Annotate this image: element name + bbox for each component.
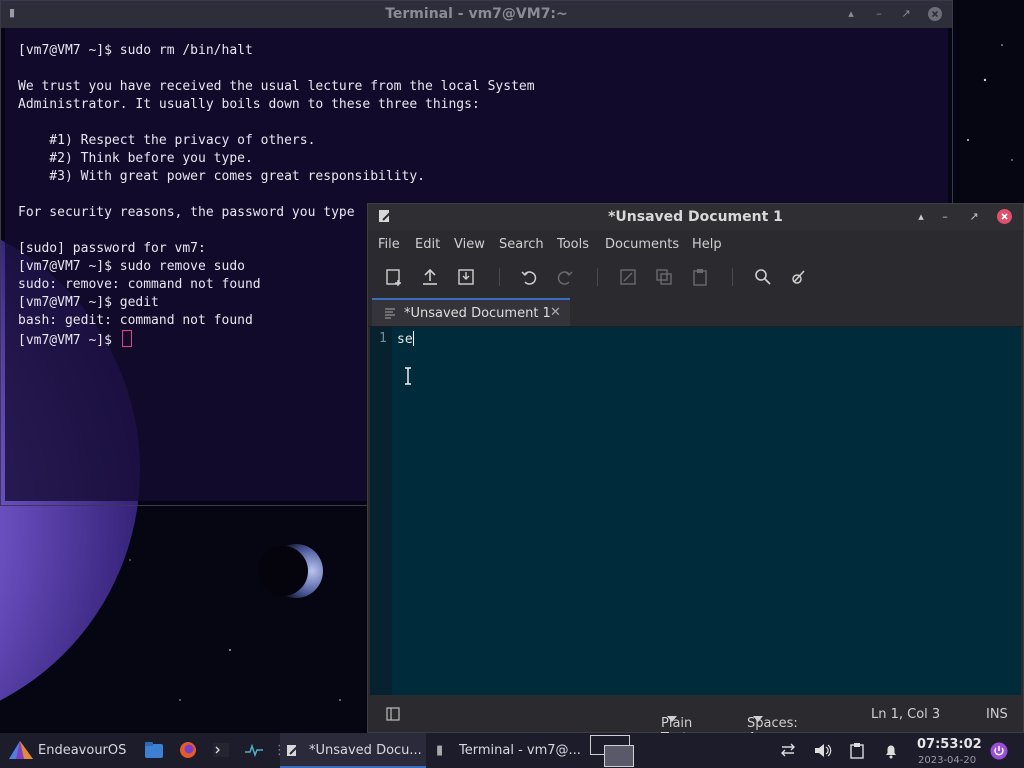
terminal-launcher-icon[interactable] <box>213 743 229 757</box>
terminal-line: We trust you have received the usual lec… <box>18 79 535 94</box>
terminal-icon: ▮ <box>436 743 444 758</box>
terminal-line: For security reasons, the password you t… <box>18 205 355 220</box>
cursor-position: Ln 1, Col 3 <box>871 707 941 722</box>
menu-file[interactable]: File <box>378 237 400 252</box>
terminal-line: #3) With great power comes great respons… <box>18 169 425 184</box>
close-icon[interactable] <box>927 7 943 23</box>
chevron-down-icon <box>753 716 763 722</box>
menu-help[interactable]: Help <box>692 237 722 252</box>
notification-bell-icon[interactable] <box>884 744 898 759</box>
close-icon[interactable] <box>996 209 1012 225</box>
taskbar: EndeavourOS ⋮ *Unsaved Docu... ▮ Termina… <box>0 733 1024 768</box>
copy-icon[interactable] <box>653 266 675 288</box>
cut-icon[interactable] <box>617 266 639 288</box>
mouse-ibeam-cursor-icon <box>405 367 411 385</box>
tab-label: *Unsaved Document 1 <box>404 306 551 321</box>
menu-edit[interactable]: Edit <box>415 237 440 252</box>
task-label: Terminal - vm7@... <box>459 743 581 758</box>
insert-mode: INS <box>986 707 1008 722</box>
terminal-line: bash: gedit: command not found <box>18 313 253 328</box>
editor-text-line: se <box>397 332 413 347</box>
workspace-window-thumbnail <box>604 745 634 767</box>
endeavouros-logo-icon <box>9 741 33 759</box>
text-editor-window[interactable]: *Unsaved Document 1 ▴ – ↗ File Edit View… <box>367 203 1024 746</box>
minimize-icon[interactable]: – <box>871 6 887 22</box>
tab-close-icon[interactable]: ✕ <box>550 305 561 320</box>
volume-icon[interactable] <box>814 743 832 758</box>
undo-icon[interactable] <box>518 266 540 288</box>
menu-bar: File Edit View Search Tools Documents He… <box>368 232 1023 258</box>
line-number: 1 <box>379 331 387 346</box>
terminal-line: [vm7@VM7 ~]$ sudo rm /bin/halt <box>18 43 253 58</box>
save-icon[interactable] <box>455 266 477 288</box>
task-label: *Unsaved Docu... <box>309 743 422 758</box>
menu-tools[interactable]: Tools <box>557 237 589 252</box>
clock-time[interactable]: 07:53:02 <box>917 737 982 752</box>
editor-toolbar <box>368 262 1023 292</box>
terminal-line: sudo: remove: command not found <box>18 277 261 292</box>
chevron-down-icon <box>667 716 677 722</box>
task-text-editor[interactable]: *Unsaved Docu... <box>280 733 426 768</box>
line-number-gutter: 1 <box>370 327 392 695</box>
replace-icon[interactable] <box>788 266 810 288</box>
paste-icon[interactable] <box>689 266 711 288</box>
task-terminal[interactable]: ▮ Terminal - vm7@... <box>430 733 581 768</box>
editor-content[interactable]: se <box>397 331 414 347</box>
maximize-icon[interactable]: ↗ <box>966 209 982 225</box>
terminal-title: Terminal - vm7@VM7:~ <box>385 6 568 22</box>
session-power-icon[interactable] <box>990 742 1008 760</box>
text-caret <box>412 331 414 346</box>
shade-icon[interactable]: ▴ <box>913 209 929 225</box>
workspace-switcher[interactable] <box>590 735 634 767</box>
menu-documents[interactable]: Documents <box>605 237 679 252</box>
open-icon[interactable] <box>419 266 441 288</box>
terminal-line: #1) Respect the privacy of others. <box>18 133 316 148</box>
maximize-icon[interactable]: ↗ <box>898 6 914 22</box>
editor-titlebar[interactable]: *Unsaved Document 1 ▴ – ↗ <box>368 204 1023 230</box>
menu-search[interactable]: Search <box>499 237 544 252</box>
document-lines-icon <box>385 308 395 319</box>
redo-icon[interactable] <box>554 266 576 288</box>
clock-date: 2023-04-20 <box>918 755 977 766</box>
file-manager-icon[interactable] <box>145 742 163 758</box>
firefox-icon[interactable] <box>179 741 197 759</box>
find-icon[interactable] <box>752 266 774 288</box>
terminal-titlebar[interactable]: ▮ Terminal - vm7@VM7:~ ▴ – ↗ <box>1 1 952 28</box>
terminal-line: [vm7@VM7 ~]$ sudo remove sudo <box>18 259 245 274</box>
terminal-line: Administrator. It usually boils down to … <box>18 97 480 112</box>
terminal-cursor <box>121 330 132 347</box>
side-panel-toggle-icon[interactable] <box>386 707 400 721</box>
terminal-line: [vm7@VM7 ~]$ gedit <box>18 295 159 310</box>
minimize-icon[interactable]: – <box>937 209 953 225</box>
clipboard-icon[interactable] <box>849 742 865 759</box>
editor-statusbar: Plain Text Spaces: 4 Ln 1, Col 3 INS <box>368 698 1023 746</box>
terminal-line: #2) Think before you type. <box>18 151 253 166</box>
text-editor-icon <box>287 745 298 756</box>
menu-view[interactable]: View <box>454 237 485 252</box>
text-editing-area[interactable]: 1 se <box>370 327 1021 695</box>
new-document-icon[interactable] <box>383 266 405 288</box>
document-tabs: *Unsaved Document 1 ✕ <box>368 296 1023 327</box>
terminal-prompt: [vm7@VM7 ~]$ <box>18 333 120 348</box>
system-monitor-icon[interactable] <box>245 743 263 757</box>
application-menu-label: EndeavourOS <box>38 743 127 758</box>
tab-unsaved-document-1[interactable]: *Unsaved Document 1 ✕ <box>372 298 570 326</box>
terminal-line: [sudo] password for vm7: <box>18 241 206 256</box>
shade-icon[interactable]: ▴ <box>843 6 859 22</box>
network-icon[interactable] <box>779 743 797 757</box>
